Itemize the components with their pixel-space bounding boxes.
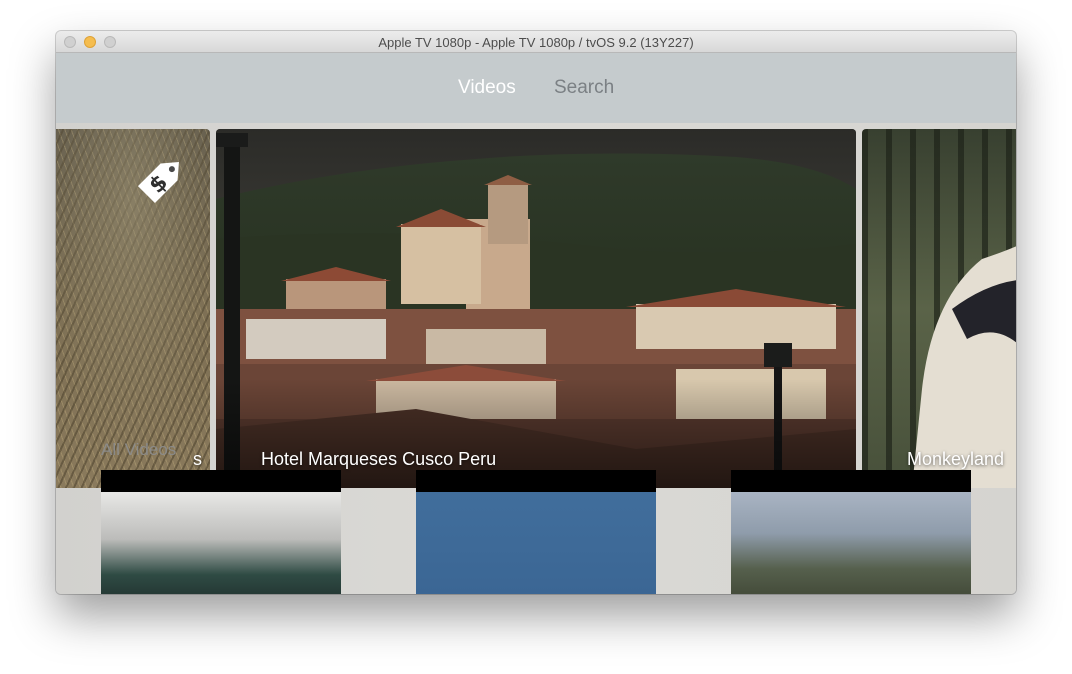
- featured-shelf: $ s Hotel Marqueses Cusco Peru Monkeylan…: [56, 129, 1016, 489]
- featured-card-previous[interactable]: $ s: [56, 129, 210, 488]
- thumbnail-image: [731, 492, 971, 594]
- tv-screen: Videos Search $ s Hotel Marqueses Cusco …: [56, 53, 1016, 594]
- featured-card-next[interactable]: Monkeyland: [862, 129, 1016, 488]
- price-tag-icon: $: [137, 162, 179, 204]
- all-videos-heading: All Videos: [101, 440, 177, 459]
- featured-card-label: Hotel Marqueses Cusco Peru: [261, 449, 497, 469]
- tab-videos[interactable]: Videos: [458, 77, 516, 99]
- tab-search[interactable]: Search: [554, 77, 614, 99]
- thumbnail-image: [416, 492, 656, 594]
- thumbnail-image: [101, 492, 341, 594]
- top-menu-bar: Videos Search: [56, 53, 1016, 123]
- video-thumbnail[interactable]: [416, 470, 656, 594]
- simulator-window: Apple TV 1080p - Apple TV 1080p / tvOS 9…: [56, 31, 1016, 594]
- video-thumbnail[interactable]: [731, 470, 971, 594]
- featured-image: [216, 129, 856, 488]
- featured-card-label: s: [193, 449, 202, 469]
- title-bar: Apple TV 1080p - Apple TV 1080p / tvOS 9…: [56, 31, 1016, 53]
- video-thumbnail[interactable]: [101, 470, 341, 594]
- featured-card-label: Monkeyland: [907, 449, 1005, 469]
- window-title: Apple TV 1080p - Apple TV 1080p / tvOS 9…: [378, 35, 694, 50]
- featured-card-focused[interactable]: Hotel Marqueses Cusco Peru: [216, 129, 856, 488]
